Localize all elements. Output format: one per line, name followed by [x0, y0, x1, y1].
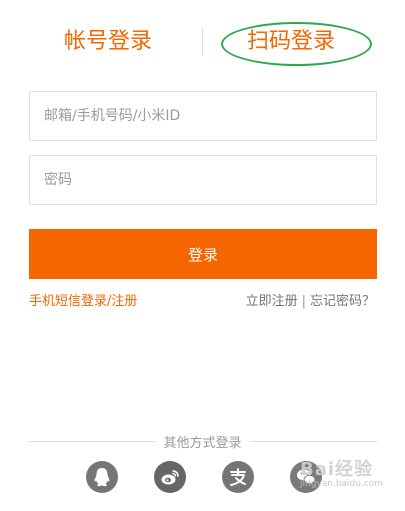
password-input[interactable] [30, 156, 376, 204]
qq-login-button[interactable] [86, 461, 118, 493]
other-methods-label: 其他方式登录 [155, 436, 250, 451]
alipay-login-button[interactable] [222, 461, 254, 493]
tab-qr-login[interactable]: 扫码登录 [247, 20, 335, 64]
forgot-password-link[interactable]: 忘记密码？ [310, 294, 375, 309]
password-field [29, 155, 377, 205]
link-separator: | [301, 294, 306, 309]
tab-account-login[interactable]: 帐号登录 [64, 20, 152, 64]
tab-divider [202, 28, 203, 56]
watermark-subtext: jingyan.baidu.com [300, 479, 384, 489]
register-link[interactable]: 立即注册 [246, 294, 298, 309]
qq-icon [94, 468, 110, 487]
baidu-jingyan-watermark: Bai经验 jingyan.baidu.com [300, 455, 383, 489]
username-field [29, 91, 377, 141]
sms-login-link[interactable]: 手机短信登录/注册 [29, 290, 137, 309]
other-methods-title: 其他方式登录 [0, 432, 405, 451]
login-tabs: 帐号登录 扫码登录 [0, 20, 405, 66]
alipay-icon [230, 468, 246, 486]
watermark-text: Bai经验 [300, 459, 374, 480]
weibo-login-button[interactable] [154, 461, 186, 493]
weibo-icon [161, 470, 179, 485]
username-input[interactable] [30, 92, 376, 140]
login-button[interactable]: 登录 [29, 229, 377, 279]
account-links: 立即注册 | 忘记密码？ [246, 290, 375, 309]
